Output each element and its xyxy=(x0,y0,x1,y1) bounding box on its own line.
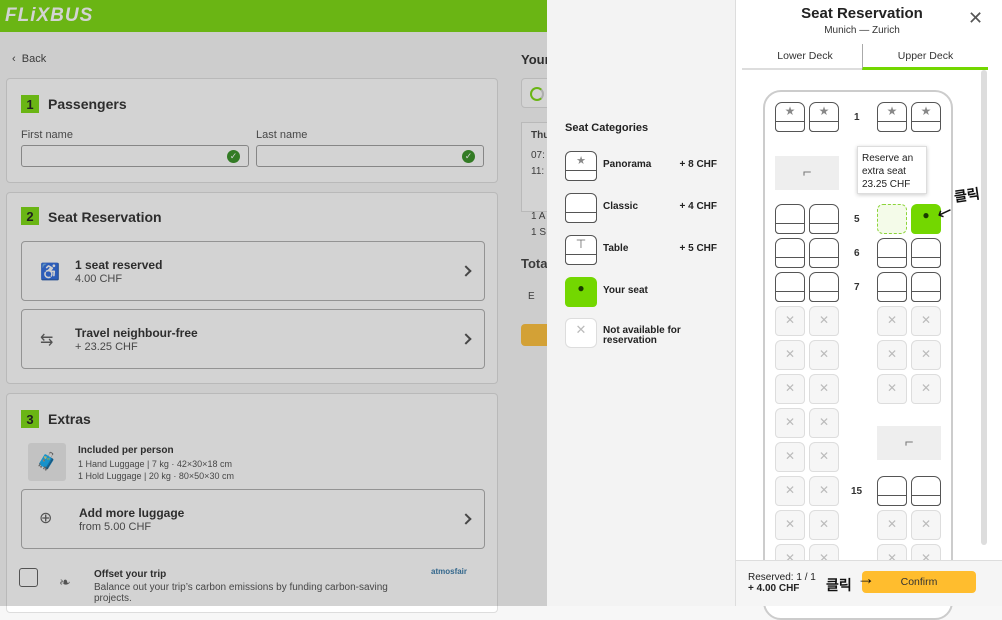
panel-title: Seat Reservation xyxy=(801,5,923,22)
seat-unavailable: ✕ xyxy=(775,476,805,506)
seat-classic[interactable] xyxy=(911,238,941,268)
seat-unavailable: ✕ xyxy=(809,408,839,438)
route-text: Munich — Zurich xyxy=(824,25,900,36)
seat-unavailable: ✕ xyxy=(911,510,941,540)
scrollbar[interactable] xyxy=(981,70,987,545)
tab-lower-deck[interactable]: Lower Deck xyxy=(742,44,868,70)
seat-classic[interactable] xyxy=(775,204,805,234)
seat-unavailable: ✕ xyxy=(911,340,941,370)
seat-classic[interactable] xyxy=(911,272,941,302)
your-seat-icon: ● xyxy=(565,277,597,307)
seat-classic[interactable] xyxy=(809,204,839,234)
seat-classic[interactable] xyxy=(877,476,907,506)
seat-panorama[interactable]: ★ xyxy=(775,102,805,132)
seat-unavailable: ✕ xyxy=(775,374,805,404)
seat-legend-panel: Seat Categories ★ Panorama + 8 CHF Class… xyxy=(547,0,735,606)
reserved-price: + 4.00 CHF xyxy=(748,583,800,594)
seat-panorama[interactable]: ★ xyxy=(809,102,839,132)
seat-unavailable: ✕ xyxy=(809,340,839,370)
seat-unavailable: ✕ xyxy=(877,306,907,336)
star-icon: ★ xyxy=(818,104,830,118)
seat-classic[interactable] xyxy=(877,272,907,302)
seat-unavailable: ✕ xyxy=(877,374,907,404)
star-icon: ★ xyxy=(920,104,932,118)
seat-classic[interactable] xyxy=(775,238,805,268)
classic-seat-icon xyxy=(565,193,597,223)
stairs-icon: ⌐ xyxy=(775,156,839,190)
seat-map-panel: Seat Reservation Munich — Zurich ✕ Lower… xyxy=(735,0,1002,620)
seat-unavailable: ✕ xyxy=(775,408,805,438)
seat-unavailable: ✕ xyxy=(911,306,941,336)
unavailable-seat-icon: ✕ xyxy=(565,318,597,348)
seat-unavailable: ✕ xyxy=(775,510,805,540)
seat-unavailable: ✕ xyxy=(809,374,839,404)
table-seat-icon: ⊤ xyxy=(565,235,597,265)
modal-overlay[interactable] xyxy=(0,0,547,606)
seat-unavailable: ✕ xyxy=(877,340,907,370)
seat-classic[interactable] xyxy=(775,272,805,302)
seat-unavailable: ✕ xyxy=(911,374,941,404)
seat-unavailable: ✕ xyxy=(809,476,839,506)
seat-unavailable: ✕ xyxy=(809,442,839,472)
extra-seat-slot[interactable] xyxy=(877,204,907,234)
close-icon[interactable]: ✕ xyxy=(968,8,983,29)
extra-seat-tooltip: Reserve an extra seat 23.25 CHF xyxy=(857,146,927,194)
seat-classic[interactable] xyxy=(809,238,839,268)
seat-panorama[interactable]: ★ xyxy=(911,102,941,132)
seat-unavailable: ✕ xyxy=(775,306,805,336)
seat-classic[interactable] xyxy=(911,476,941,506)
tab-upper-deck[interactable]: Upper Deck xyxy=(862,44,988,70)
seat-unavailable: ✕ xyxy=(809,510,839,540)
panorama-seat-icon: ★ xyxy=(565,151,597,181)
seat-unavailable: ✕ xyxy=(775,340,805,370)
reserved-count: Reserved: 1 / 1 xyxy=(748,572,816,583)
seat-panorama[interactable]: ★ xyxy=(877,102,907,132)
seat-unavailable: ✕ xyxy=(877,510,907,540)
seat-unavailable: ✕ xyxy=(775,442,805,472)
star-icon: ★ xyxy=(886,104,898,118)
seat-unavailable: ✕ xyxy=(809,306,839,336)
seat-classic[interactable] xyxy=(877,238,907,268)
click-annotation: 클릭 xyxy=(953,186,981,206)
confirm-button[interactable]: Confirm xyxy=(862,571,976,593)
arrow-icon: → xyxy=(857,568,875,588)
click-annotation: 클릭 xyxy=(826,578,852,594)
star-icon: ★ xyxy=(784,104,796,118)
seat-classic[interactable] xyxy=(809,272,839,302)
stairs-icon: ⌐ xyxy=(877,426,941,460)
